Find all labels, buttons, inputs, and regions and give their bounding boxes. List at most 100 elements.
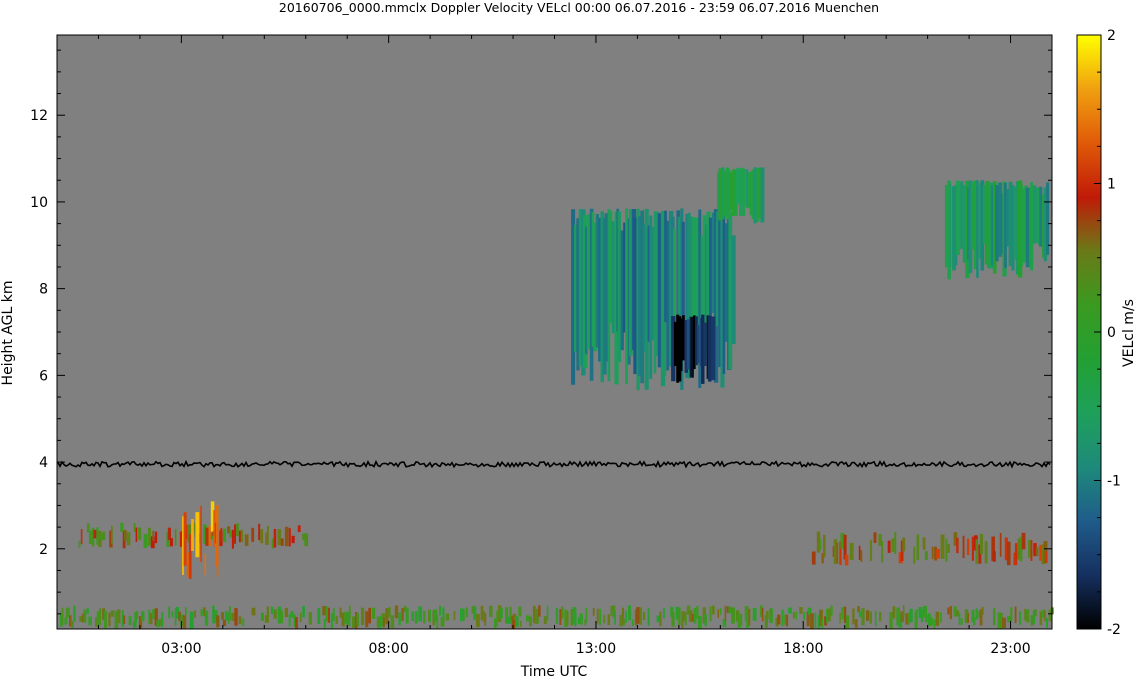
echo-streak xyxy=(892,606,896,619)
y-tick-label: 12 xyxy=(30,108,48,124)
echo-streak xyxy=(944,185,948,268)
echo-streak xyxy=(671,611,675,627)
echo-streak xyxy=(854,619,858,628)
echo-streak xyxy=(731,607,735,624)
echo-streak xyxy=(907,612,910,625)
colorbar: 2 1 0 -1 -2 VELcl m/s xyxy=(1076,28,1135,638)
echo-streak xyxy=(845,615,850,629)
echo-streak xyxy=(678,607,681,625)
echo-streak xyxy=(473,606,477,620)
echo-streak xyxy=(748,608,751,626)
echo-streak xyxy=(251,527,255,542)
echo-streak xyxy=(476,613,480,628)
echo-streak xyxy=(873,532,877,543)
echo-streak xyxy=(971,182,975,250)
y-tick-label: 10 xyxy=(30,195,48,211)
echo-streak xyxy=(543,616,547,625)
echo-streak xyxy=(628,605,632,621)
echo-streak xyxy=(265,532,267,545)
echo-streak xyxy=(445,613,450,621)
echo-streak xyxy=(222,528,227,542)
echo-streak xyxy=(786,614,789,627)
echo-streak xyxy=(1006,189,1009,247)
echo-streak xyxy=(935,611,940,626)
echo-streak xyxy=(216,523,219,577)
echo-streak xyxy=(442,607,445,619)
echo-streak xyxy=(143,534,148,548)
echo-streak xyxy=(852,608,855,625)
echo-streak xyxy=(799,607,803,614)
echo-streak xyxy=(960,618,963,625)
echo-streak xyxy=(611,221,615,334)
echo-streak xyxy=(909,608,913,623)
echo-streak xyxy=(1014,606,1017,624)
echo-streak xyxy=(924,551,928,561)
echo-streak xyxy=(216,615,220,628)
x-tick-label: 13:00 xyxy=(576,641,616,657)
echo-streak xyxy=(183,512,187,566)
echo-streak xyxy=(765,610,769,620)
echo-streak xyxy=(371,607,376,619)
echo-streak xyxy=(290,611,294,618)
y-tick-label: 2 xyxy=(39,542,48,558)
echo-streak xyxy=(120,522,124,532)
echo-streak xyxy=(979,533,984,554)
echo-streak xyxy=(966,538,970,556)
echo-streak xyxy=(1044,610,1046,622)
y-axis-label: Height AGL km xyxy=(0,281,16,386)
echo-streak xyxy=(317,608,321,624)
echo-streak xyxy=(742,168,746,216)
echo-streak xyxy=(971,536,974,561)
echo-streak xyxy=(414,611,418,624)
echo-streak xyxy=(819,539,822,551)
echo-streak xyxy=(171,611,174,618)
echo-streak xyxy=(958,613,961,625)
echo-streak xyxy=(284,607,288,618)
echo-streak xyxy=(866,610,870,621)
echo-streak xyxy=(288,528,291,547)
echo-streak xyxy=(844,554,849,566)
echo-streak xyxy=(1046,617,1048,628)
echo-streak xyxy=(379,615,382,629)
echo-streak xyxy=(596,608,599,624)
echo-streak xyxy=(973,617,976,626)
echo-streak xyxy=(922,537,926,550)
echo-streak xyxy=(496,610,498,627)
echo-streak xyxy=(849,542,854,560)
echo-region xyxy=(671,314,716,384)
echo-streak xyxy=(260,612,264,621)
echo-streak xyxy=(356,613,359,627)
echo-streak xyxy=(874,610,877,627)
echo-streak xyxy=(760,167,765,223)
echo-streak xyxy=(93,529,97,539)
echo-streak xyxy=(546,605,549,621)
echo-streak xyxy=(398,612,401,626)
echo-streak xyxy=(827,608,831,622)
echo-streak xyxy=(339,607,342,618)
echo-streak xyxy=(566,611,569,626)
echo-streak xyxy=(108,612,111,627)
echo-streak xyxy=(234,608,238,626)
echo-streak xyxy=(712,605,715,615)
echo-streak xyxy=(681,221,685,323)
echo-streak xyxy=(731,235,736,345)
echo-streak xyxy=(236,523,239,537)
echo-streak xyxy=(814,612,817,628)
echo-streak xyxy=(703,322,707,366)
echo-streak xyxy=(903,605,905,617)
echo-streak xyxy=(368,607,371,624)
echo-streak xyxy=(335,615,338,624)
echo-streak xyxy=(716,211,719,327)
echo-streak xyxy=(984,541,988,564)
echo-streak xyxy=(260,529,264,544)
echo-streak xyxy=(221,612,224,620)
echo-streak xyxy=(704,613,707,627)
echo-streak xyxy=(411,611,415,621)
echo-streak xyxy=(860,550,863,562)
echo-streak xyxy=(299,612,302,623)
echo-streak xyxy=(126,532,131,546)
echo-streak xyxy=(631,619,634,626)
chart-title: 20160706_0000.mmclx Doppler Velocity VEL… xyxy=(279,0,879,15)
echo-streak xyxy=(330,613,333,629)
echo-streak xyxy=(697,615,702,629)
